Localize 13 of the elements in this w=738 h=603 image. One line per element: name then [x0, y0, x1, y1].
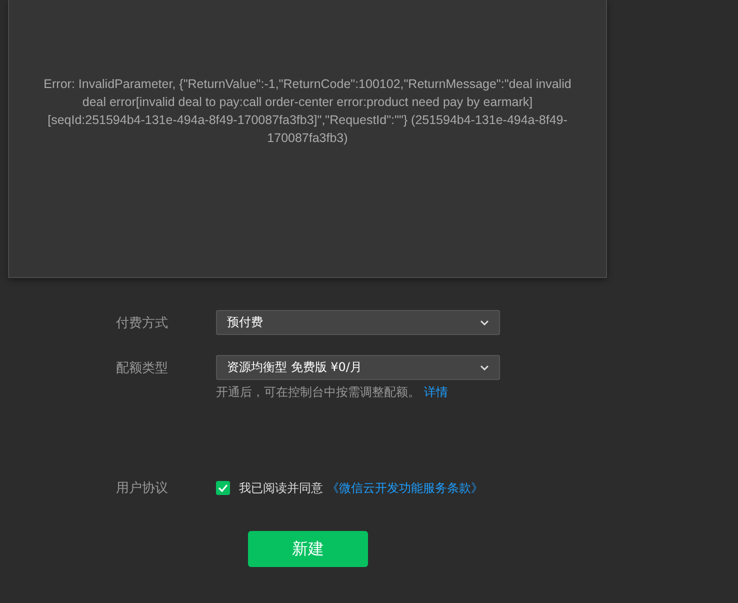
hint-text: 开通后，可在控制台中按需调整配额。	[216, 385, 420, 399]
chevron-icon	[480, 320, 489, 326]
details-link[interactable]: 详情	[424, 385, 448, 399]
chevron-icon	[480, 364, 489, 370]
agreement-checkbox[interactable]	[216, 481, 230, 495]
quota-dropdown[interactable]: 资源均衡型 免费版 ¥0/月	[216, 355, 500, 380]
agreement-text: 我已阅读并同意	[239, 480, 323, 496]
field-label: 配额类型	[115, 360, 169, 376]
terms-link[interactable]: 《微信云开发功能服务条款》	[327, 480, 483, 496]
error-message: Error: InvalidParameter, {"ReturnValue":-1,"ReturnCode":100102,"ReturnMessage":"deal invalid deal error[invalid deal to pay:call order-center error:product need pay by earmark][seqId:251594b4-131e-494a-8f49-170087fa3fb3]","RequestId":""} (251594b4-131e-494a-8f49-170087fa3fb3)	[42, 76, 572, 147]
payment-dropdown[interactable]: 预付费	[216, 310, 500, 335]
field-label: 用户协议	[115, 480, 169, 497]
field-label: 付费方式	[115, 314, 169, 332]
